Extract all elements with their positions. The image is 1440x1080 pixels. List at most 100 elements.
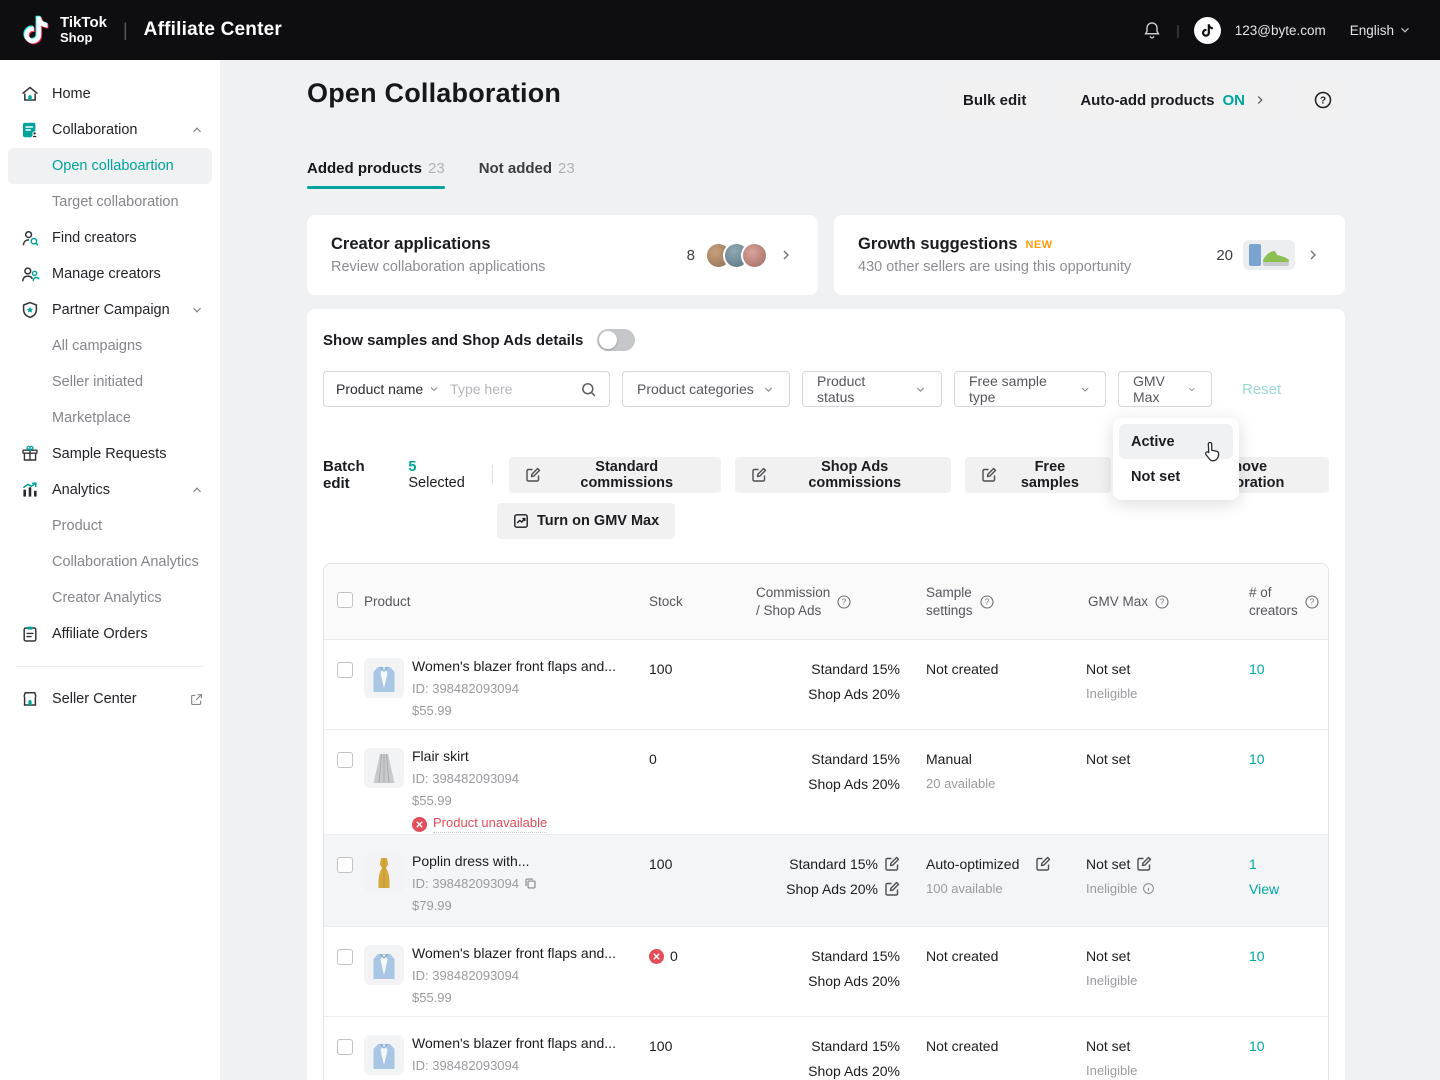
product-name[interactable]: Women's blazer front flaps and...: [412, 1035, 616, 1051]
copy-icon[interactable]: [524, 877, 537, 890]
auto-add-products-button[interactable]: Auto-add products ON: [1060, 78, 1287, 122]
sidebar-item-collaboration-analytics[interactable]: Collaboration Analytics: [0, 544, 220, 580]
sidebar-item-sample-requests[interactable]: Sample Requests: [0, 436, 220, 472]
sidebar-item-seller-center[interactable]: Seller Center: [0, 681, 220, 717]
edit-icon[interactable]: [884, 856, 900, 872]
product-status-dropdown[interactable]: Product status: [802, 371, 942, 407]
tab-bar: Added products 23 Not added 23: [307, 160, 1345, 189]
help-icon[interactable]: ?: [979, 594, 995, 610]
row-checkbox[interactable]: [337, 949, 353, 965]
product-name[interactable]: Women's blazer front flaps and...: [412, 658, 616, 674]
suggestions-count: 20: [1216, 247, 1233, 264]
seller-center-icon: [20, 689, 40, 709]
sidebar-item-product[interactable]: Product: [0, 508, 220, 544]
creators-count-link[interactable]: 10: [1249, 751, 1265, 767]
error-icon: [649, 949, 664, 964]
select-all-checkbox[interactable]: [337, 592, 353, 608]
edit-icon[interactable]: [1136, 856, 1152, 872]
turn-on-gmv-max-button[interactable]: Turn on GMV Max: [497, 503, 675, 539]
help-icon[interactable]: ?: [1154, 594, 1170, 610]
sidebar-item-find-creators[interactable]: Find creators: [0, 220, 220, 256]
sidebar-item-home[interactable]: Home: [0, 76, 220, 112]
creators-count-link[interactable]: 1: [1249, 856, 1257, 872]
view-creators-link[interactable]: View: [1249, 881, 1279, 897]
chevron-down-icon: [1187, 383, 1197, 396]
products-table: Product Stock Commission / Shop Ads ? Sa…: [323, 563, 1329, 1080]
sidebar: Home Collaboration Open collaboartion Ta…: [0, 60, 220, 1080]
row-checkbox[interactable]: [337, 752, 353, 768]
account-email[interactable]: 123@byte.com: [1235, 23, 1326, 38]
auto-add-label: Auto-add products: [1080, 92, 1214, 109]
product-price: $79.99: [412, 898, 537, 913]
product-thumbnail[interactable]: [364, 1035, 404, 1075]
product-thumbnail[interactable]: [364, 853, 404, 893]
standard-commissions-button[interactable]: Standard commissions: [509, 457, 721, 493]
creators-count-link[interactable]: 10: [1249, 661, 1265, 677]
sidebar-item-partner-campaign[interactable]: Partner Campaign: [0, 292, 220, 328]
product-name[interactable]: Flair skirt: [412, 748, 547, 764]
gmv-status: Not set: [1086, 751, 1249, 767]
creator-applications-card[interactable]: Creator applications Review collaboratio…: [307, 215, 818, 295]
svg-text:?: ?: [1310, 597, 1315, 606]
product-id: ID: 398482093094: [412, 1058, 616, 1073]
growth-suggestions-card[interactable]: Growth suggestions NEW 430 other sellers…: [834, 215, 1345, 295]
help-button[interactable]: ?: [1301, 78, 1345, 122]
sidebar-item-marketplace[interactable]: Marketplace: [0, 400, 220, 436]
product-categories-dropdown[interactable]: Product categories: [622, 371, 790, 407]
tab-not-added[interactable]: Not added 23: [479, 160, 575, 189]
analytics-icon: [20, 480, 40, 500]
help-icon[interactable]: ?: [1304, 594, 1320, 610]
language-selector[interactable]: English: [1350, 23, 1412, 38]
reset-filters-button[interactable]: Reset: [1242, 381, 1281, 398]
row-checkbox[interactable]: [337, 1039, 353, 1055]
sidebar-label: Manage creators: [52, 266, 161, 282]
product-name[interactable]: Women's blazer front flaps and...: [412, 945, 616, 961]
creators-count-link[interactable]: 10: [1249, 948, 1265, 964]
product-id: ID: 398482093094: [412, 876, 519, 891]
free-samples-button[interactable]: Free samples: [965, 457, 1111, 493]
alert-text[interactable]: Product unavailable: [433, 815, 547, 833]
sidebar-item-creator-analytics[interactable]: Creator Analytics: [0, 580, 220, 616]
product-thumbnail[interactable]: [364, 658, 404, 698]
search-field-label: Product name: [336, 381, 423, 397]
product-name[interactable]: Poplin dress with...: [412, 853, 537, 869]
row-checkbox[interactable]: [337, 857, 353, 873]
free-sample-type-dropdown[interactable]: Free sample type: [954, 371, 1106, 407]
tab-added-products[interactable]: Added products 23: [307, 160, 445, 189]
creators-count-link[interactable]: 10: [1249, 1038, 1265, 1054]
sidebar-item-all-campaigns[interactable]: All campaigns: [0, 328, 220, 364]
commission-value: Standard 15%: [811, 661, 900, 677]
gmv-status: Not set: [1086, 1038, 1249, 1054]
sidebar-item-manage-creators[interactable]: Manage creators: [0, 256, 220, 292]
search-field-selector[interactable]: Product name: [336, 381, 440, 397]
gmv-max-dropdown[interactable]: GMV Max: [1118, 371, 1212, 407]
edit-icon[interactable]: [884, 881, 900, 897]
user-avatar[interactable]: [1194, 17, 1221, 44]
auto-add-state: ON: [1223, 92, 1246, 109]
product-thumbnails: [1243, 240, 1295, 270]
dropdown-option-not-set[interactable]: Not set: [1119, 459, 1233, 494]
svg-text:?: ?: [984, 597, 989, 606]
gmv-eligibility: Ineligible: [1086, 686, 1249, 701]
product-thumbnail[interactable]: [364, 748, 404, 788]
sidebar-item-seller-initiated[interactable]: Seller initiated: [0, 364, 220, 400]
search-icon[interactable]: [580, 381, 597, 398]
dropdown-option-active[interactable]: Active: [1119, 424, 1233, 459]
info-icon[interactable]: [1142, 882, 1155, 895]
sidebar-item-open-collaboration[interactable]: Open collaboartion: [8, 148, 212, 184]
row-checkbox[interactable]: [337, 662, 353, 678]
product-thumbnail[interactable]: [364, 945, 404, 985]
sidebar-item-collaboration[interactable]: Collaboration: [0, 112, 220, 148]
notification-bell-icon[interactable]: [1142, 20, 1162, 40]
edit-icon[interactable]: [1035, 856, 1051, 872]
sidebar-item-target-collaboration[interactable]: Target collaboration: [0, 184, 220, 220]
search-input[interactable]: [450, 381, 580, 397]
sidebar-item-affiliate-orders[interactable]: Affiliate Orders: [0, 616, 220, 652]
help-icon[interactable]: ?: [836, 594, 852, 610]
shop-ads-commissions-button[interactable]: Shop Ads commissions: [735, 457, 951, 493]
tab-count: 23: [558, 160, 575, 177]
samples-toggle[interactable]: [597, 329, 635, 351]
home-icon: [20, 84, 40, 104]
sidebar-item-analytics[interactable]: Analytics: [0, 472, 220, 508]
bulk-edit-button[interactable]: Bulk edit: [943, 78, 1046, 122]
